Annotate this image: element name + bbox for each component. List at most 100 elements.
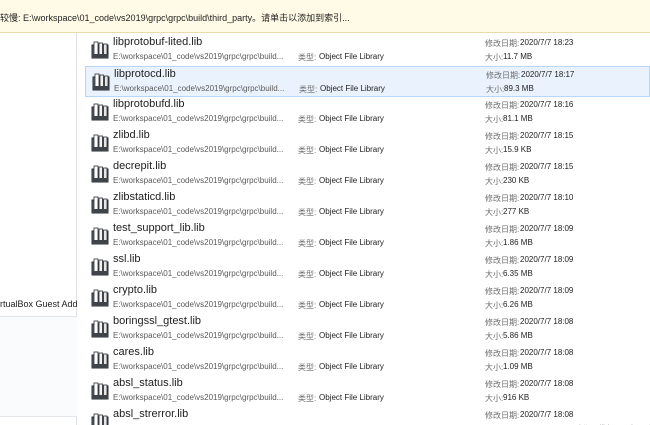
file-name[interactable]: cares.lib	[113, 346, 154, 358]
file-row[interactable]: libprotobuf-lited.lib E:\workspace\01_cod…	[85, 35, 650, 66]
size-label: 大小:	[485, 146, 504, 155]
modified-date: 2020/7/7 18:15	[520, 162, 574, 171]
file-row[interactable]: test_support_lib.lib E:\workspace\01_code…	[85, 221, 650, 252]
file-size: 1.09 MB	[503, 362, 533, 371]
file-list: libprotobuf-lited.lib E:\workspace\01_cod…	[85, 33, 650, 425]
type-label: 类型:	[298, 363, 317, 372]
file-path: E:\workspace\01_code\vs2019\grpc\grpc\bu…	[113, 145, 284, 154]
file-row[interactable]: boringssl_gtest.lib E:\workspace\01_code\…	[85, 314, 650, 345]
size-label: 大小:	[485, 115, 504, 124]
file-path: E:\workspace\01_code\vs2019\grpc\grpc\bu…	[113, 207, 284, 216]
file-size: 5.86 MB	[503, 331, 533, 340]
index-info-bar[interactable]: 较慢: E:\workspace\01_code\vs2019\grpc\grp…	[0, 0, 650, 33]
file-name[interactable]: absl_status.lib	[113, 377, 183, 389]
nav-divider	[0, 416, 77, 417]
modified-date: 2020/7/7 18:08	[520, 317, 574, 326]
modified-date: 2020/7/7 18:09	[520, 255, 574, 264]
size-label: 大小:	[486, 85, 505, 94]
type-label: 类型:	[298, 270, 317, 279]
file-row[interactable]: libprotocd.lib E:\workspace\01_code\vs201…	[85, 66, 650, 97]
lib-file-icon	[91, 320, 109, 338]
file-name[interactable]: absl_strerror.lib	[113, 408, 188, 420]
type-label: 类型:	[298, 394, 317, 403]
lib-file-icon	[91, 382, 109, 400]
type-label: 类型:	[298, 332, 317, 341]
file-type: Object File Library	[319, 269, 384, 278]
modified-date: 2020/7/7 18:16	[520, 100, 574, 109]
file-path: E:\workspace\01_code\vs2019\grpc\grpc\bu…	[113, 269, 284, 278]
file-type: Object File Library	[319, 300, 384, 309]
file-name[interactable]: decrepit.lib	[113, 160, 166, 172]
size-label: 大小:	[485, 239, 504, 248]
file-path: E:\workspace\01_code\vs2019\grpc\grpc\bu…	[113, 114, 284, 123]
file-type: Object File Library	[320, 84, 385, 93]
lib-file-icon	[91, 41, 109, 59]
type-label: 类型:	[299, 85, 318, 94]
file-size: 6.35 MB	[503, 269, 533, 278]
file-path: E:\workspace\01_code\vs2019\grpc\grpc\bu…	[113, 176, 284, 185]
modified-label: 修改日期:	[485, 380, 520, 389]
file-name[interactable]: libprotocd.lib	[114, 68, 176, 80]
file-size: 89.3 MB	[504, 84, 534, 93]
file-row[interactable]: zlibd.lib E:\workspace\01_code\vs2019\grp…	[85, 128, 650, 159]
file-row[interactable]: absl_strerror.libE:\workspace\01_code\vs…	[85, 407, 650, 425]
file-row[interactable]: ssl.lib E:\workspace\01_code\vs2019\grpc\…	[85, 252, 650, 283]
nav-empty-area	[0, 317, 77, 416]
file-size: 11.7 MB	[503, 52, 533, 61]
lib-file-icon	[91, 351, 109, 369]
file-row[interactable]: crypto.lib E:\workspace\01_code\vs2019\gr…	[85, 283, 650, 314]
lib-file-icon	[91, 134, 109, 152]
nav-item-virtualbox-guest-additions[interactable]: rtualBox Guest Additio	[0, 292, 77, 316]
file-name[interactable]: libprotobuf-lited.lib	[113, 36, 202, 48]
size-label: 大小:	[485, 363, 504, 372]
file-name[interactable]: zlibd.lib	[113, 129, 150, 141]
file-size: 1.86 MB	[503, 238, 533, 247]
type-label: 类型:	[298, 301, 317, 310]
lib-file-icon	[91, 103, 109, 121]
modified-label: 修改日期:	[485, 349, 520, 358]
lib-file-icon	[91, 196, 109, 214]
file-row[interactable]: zlibstaticd.lib E:\workspace\01_code\vs20…	[85, 190, 650, 221]
modified-label: 修改日期:	[485, 287, 520, 296]
file-name[interactable]: boringssl_gtest.lib	[113, 315, 201, 327]
lib-file-icon	[91, 165, 109, 183]
modified-date: 2020/7/7 18:08	[520, 410, 574, 419]
file-size: 230 KB	[503, 176, 530, 185]
file-type: Object File Library	[319, 145, 384, 154]
file-type: Object File Library	[319, 238, 384, 247]
modified-label: 修改日期:	[485, 318, 520, 327]
modified-date: 2020/7/7 18:10	[520, 193, 574, 202]
file-name[interactable]: ssl.lib	[113, 253, 141, 265]
modified-date: 2020/7/7 18:09	[520, 286, 574, 295]
file-name[interactable]: libprotobufd.lib	[113, 98, 185, 110]
file-row[interactable]: absl_status.lib E:\workspace\01_code\vs20…	[85, 376, 650, 407]
file-type: Object File Library	[319, 362, 384, 371]
size-label: 大小:	[485, 53, 504, 62]
file-row[interactable]: libprotobufd.lib E:\workspace\01_code\vs2…	[85, 97, 650, 128]
lib-file-icon	[91, 289, 109, 307]
type-label: 类型:	[298, 115, 317, 124]
lib-file-icon	[91, 227, 109, 245]
file-row[interactable]: cares.lib E:\workspace\01_code\vs2019\grp…	[85, 345, 650, 376]
navigation-pane: rtualBox Guest Additio	[0, 33, 77, 425]
modified-label: 修改日期:	[485, 132, 520, 141]
lib-file-icon	[91, 258, 109, 276]
file-path: E:\workspace\01_code\vs2019\grpc\grpc\bu…	[113, 331, 284, 340]
file-size: 15.9 KB	[503, 145, 532, 154]
file-name[interactable]: crypto.lib	[113, 284, 157, 296]
modified-label: 修改日期:	[485, 39, 520, 48]
file-row[interactable]: decrepit.lib E:\workspace\01_code\vs2019\…	[85, 159, 650, 190]
type-label: 类型:	[298, 146, 317, 155]
file-size: 6.26 MB	[503, 300, 533, 309]
lib-file-icon	[91, 413, 109, 425]
file-name[interactable]: zlibstaticd.lib	[113, 191, 175, 203]
file-type: Object File Library	[319, 176, 384, 185]
modified-date: 2020/7/7 18:09	[520, 224, 574, 233]
type-label: 类型:	[298, 177, 317, 186]
file-name[interactable]: test_support_lib.lib	[113, 222, 205, 234]
size-label: 大小:	[485, 332, 504, 341]
modified-label: 修改日期:	[485, 194, 520, 203]
modified-date: 2020/7/7 18:08	[520, 379, 574, 388]
size-label: 大小:	[485, 208, 504, 217]
file-type: Object File Library	[319, 331, 384, 340]
